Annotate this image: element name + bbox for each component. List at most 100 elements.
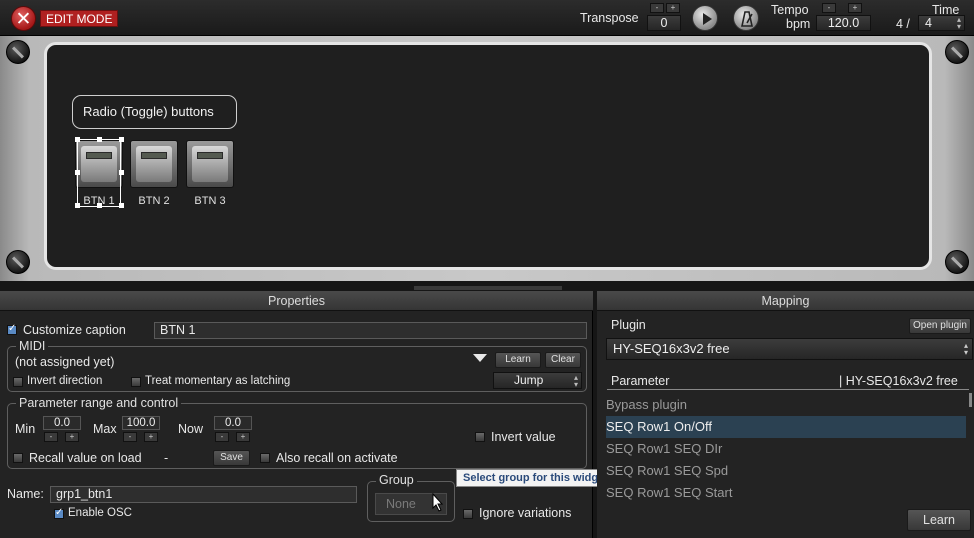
plugin-label: Plugin [611,318,646,332]
screw-icon [945,40,969,64]
now-label: Now [178,422,204,436]
mapping-header: Mapping [597,291,974,311]
min-increment-button[interactable]: + [65,432,79,442]
tempo-value[interactable]: 120.0 [816,15,871,31]
treat-momentary-label: Treat momentary as latching [145,375,291,387]
radio-button-3-label: BTN 3 [194,195,226,207]
invert-value-checkbox[interactable] [475,432,485,442]
now-value-field[interactable]: 0.0 [214,416,252,430]
panel-splitter-handle[interactable] [414,286,562,290]
recall-value-label: Recall value on load [29,451,142,465]
tempo-decrement-button[interactable]: - [822,3,836,13]
recall-value-dash: - [164,451,169,465]
caption-input[interactable]: BTN 1 [154,322,587,339]
ignore-variations-label: Ignore variations [479,506,572,520]
transpose-decrement-button[interactable]: - [650,3,664,13]
mouse-cursor-icon [432,493,444,512]
parameter-list-item[interactable]: SEQ Row1 SEQ Spd [606,460,966,482]
min-label: Min [15,422,36,436]
save-button[interactable]: Save [213,450,250,466]
parameter-list-item-selected[interactable]: SEQ Row1 On/Off [606,416,966,438]
midi-dropdown-arrow-icon[interactable] [473,354,487,363]
parameter-list-item[interactable]: SEQ Row1 SEQ DIr [606,438,966,460]
resize-handle[interactable] [75,203,80,208]
metronome-button[interactable] [733,5,759,31]
top-toolbar: ✕ EDIT MODE Transpose - + 0 Tempo bpm - … [0,0,974,36]
enable-osc-checkbox[interactable] [54,507,64,519]
parameter-plugin-column-header: | HY-SEQ16x3v2 free [839,374,958,388]
invert-value-label: Invert value [491,430,556,444]
screw-icon [6,250,30,274]
transpose-label: Transpose [580,11,639,25]
spinner-arrows-icon: ▴ ▾ [573,373,578,389]
selection-outline [77,139,121,207]
radio-button-3[interactable] [186,140,234,188]
customize-caption-label: Customize caption [23,323,126,337]
treat-momentary-checkbox[interactable] [131,377,141,387]
resize-handle[interactable] [75,137,80,142]
also-recall-checkbox[interactable] [260,453,270,463]
close-icon: ✕ [15,8,32,30]
tempo-increment-button[interactable]: + [848,3,862,13]
midi-status: (not assigned yet) [15,355,115,369]
edit-mode-badge[interactable]: EDIT MODE [40,10,119,27]
midi-mode-select[interactable]: Jump ▴ ▾ [493,372,582,389]
transpose-value[interactable]: 0 [647,15,681,31]
open-plugin-button[interactable]: Open plugin [909,318,971,334]
spinner-arrows-icon: ▴ ▾ [956,15,961,31]
max-label: Max [93,422,117,436]
ignore-variations-checkbox[interactable] [463,509,473,519]
close-edit-mode-button[interactable]: ✕ [11,6,36,31]
time-numerator: 4 / [896,17,910,31]
led-indicator [197,152,223,159]
metronome-icon [741,11,753,27]
list-scrollbar[interactable] [969,393,972,407]
time-denominator-value: 4 [925,16,932,30]
invert-direction-checkbox[interactable] [13,377,23,387]
midi-learn-button[interactable]: Learn [495,352,541,368]
time-denominator-select[interactable]: 4 ▴ ▾ [918,15,965,31]
resize-handle[interactable] [119,203,124,208]
midi-group-title: MIDI [16,339,49,353]
enable-osc-label: Enable OSC [68,507,132,519]
group-title: Group [376,473,417,487]
spinner-arrows-icon: ▴ ▾ [963,341,968,357]
parameter-column-header: Parameter [611,374,670,388]
customize-caption-checkbox[interactable] [7,323,17,335]
also-recall-label: Also recall on activate [276,451,398,465]
radio-group-caption[interactable]: Radio (Toggle) buttons [72,95,237,129]
recall-value-checkbox[interactable] [13,453,23,463]
parameter-range-title: Parameter range and control [16,396,182,410]
midi-mode-value: Jump [514,373,544,387]
transpose-increment-button[interactable]: + [666,3,680,13]
now-increment-button[interactable]: + [236,432,250,442]
max-increment-button[interactable]: + [144,432,158,442]
radio-button-2-label: BTN 2 [138,195,170,207]
screw-icon [6,40,30,64]
max-decrement-button[interactable]: - [123,432,137,442]
header-divider [607,389,969,390]
max-value-field[interactable]: 100.0 [122,416,160,430]
midi-clear-button[interactable]: Clear [545,352,581,368]
mapping-learn-button[interactable]: Learn [907,509,971,531]
name-input[interactable]: grp1_btn1 [50,486,357,503]
resize-handle[interactable] [119,137,124,142]
screw-icon [945,250,969,274]
now-decrement-button[interactable]: - [215,432,229,442]
plugin-select[interactable]: HY-SEQ16x3v2 free ▴ ▾ [606,338,973,360]
resize-handle[interactable] [75,170,80,175]
resize-handle[interactable] [97,203,102,208]
parameter-list-item[interactable]: Bypass plugin [606,394,966,416]
resize-handle[interactable] [97,137,102,142]
parameter-list-item[interactable]: SEQ Row1 SEQ Start [606,482,966,504]
invert-direction-label: Invert direction [27,375,103,387]
min-decrement-button[interactable]: - [44,432,58,442]
resize-handle[interactable] [119,170,124,175]
play-button[interactable] [692,5,718,31]
properties-header: Properties [0,291,593,311]
plugin-select-value: HY-SEQ16x3v2 free [613,341,730,356]
radio-button-2[interactable] [130,140,178,188]
min-value-field[interactable]: 0.0 [43,416,81,430]
led-indicator [141,152,167,159]
tempo-label: Tempo [771,3,809,17]
